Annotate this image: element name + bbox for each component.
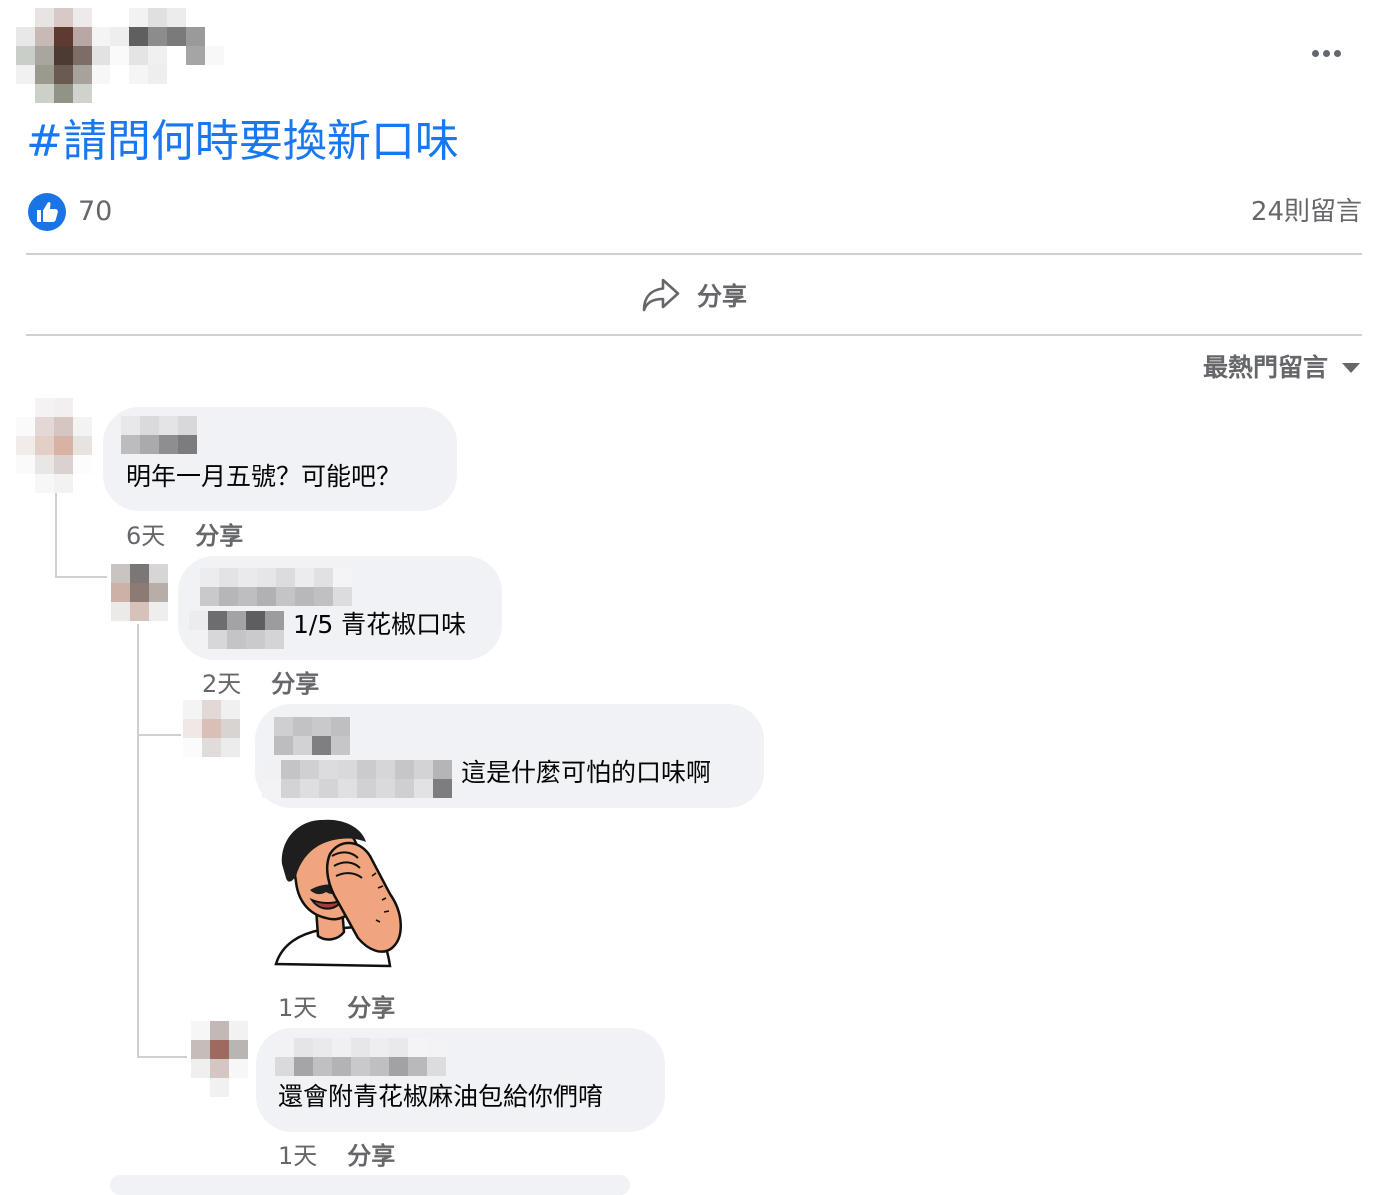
comment-text: 還會附青花椒麻油包給你們唷 bbox=[278, 1082, 604, 1111]
thread-line bbox=[137, 734, 181, 736]
author-name-blurred[interactable] bbox=[110, 8, 224, 84]
comment-text: 明年一月五號？可能吧？ bbox=[126, 462, 402, 491]
sort-dropdown[interactable]: 最熱門留言 bbox=[1203, 348, 1360, 384]
avatar[interactable] bbox=[16, 398, 92, 493]
share-button[interactable]: 分享 bbox=[26, 256, 1362, 334]
like-count[interactable]: 70 bbox=[78, 194, 112, 230]
comment-share-button[interactable]: 分享 bbox=[271, 670, 319, 698]
thread-line bbox=[55, 492, 57, 576]
thread-line bbox=[137, 1056, 187, 1058]
author-avatar-blurred[interactable] bbox=[16, 8, 111, 103]
comment-time[interactable]: 2天 bbox=[202, 670, 241, 698]
commenter-name-blurred[interactable] bbox=[274, 717, 350, 755]
mention-tag-blurred[interactable] bbox=[189, 611, 284, 649]
avatar[interactable] bbox=[183, 700, 240, 757]
comment-meta: 2天 分享 bbox=[202, 664, 319, 699]
divider-bottom bbox=[26, 334, 1362, 336]
like-icon bbox=[28, 193, 66, 231]
facepalm-sticker[interactable] bbox=[272, 816, 412, 972]
sort-label: 最熱門留言 bbox=[1202, 353, 1328, 382]
mention-tag-blurred[interactable] bbox=[262, 760, 452, 798]
post-hashtag[interactable]: #請問何時要換新口味 bbox=[26, 112, 459, 172]
divider-top bbox=[26, 253, 1362, 255]
thread-line bbox=[55, 576, 107, 578]
comment-time[interactable]: 6天 bbox=[126, 522, 165, 550]
avatar[interactable] bbox=[111, 564, 168, 621]
commenter-name-blurred[interactable] bbox=[275, 1038, 446, 1076]
commenter-name-blurred[interactable] bbox=[200, 568, 352, 606]
comment-text: 1/5 青花椒口味 bbox=[293, 610, 467, 639]
comment-meta: 6天 分享 bbox=[126, 516, 243, 551]
avatar[interactable] bbox=[191, 1021, 248, 1097]
comment-count[interactable]: 24則留言 bbox=[1251, 194, 1362, 230]
more-options-icon[interactable] bbox=[1304, 40, 1348, 66]
share-icon bbox=[642, 278, 680, 312]
next-comment-partial bbox=[110, 1175, 630, 1195]
comment-share-button[interactable]: 分享 bbox=[347, 994, 395, 1022]
comment-meta: 1天 分享 bbox=[278, 988, 395, 1023]
dropdown-caret-icon bbox=[1342, 363, 1360, 373]
comment-share-button[interactable]: 分享 bbox=[347, 1142, 395, 1170]
comment-meta: 1天 分享 bbox=[278, 1136, 395, 1171]
comment-text: 這是什麼可怕的口味啊 bbox=[461, 758, 712, 787]
comment-time[interactable]: 1天 bbox=[278, 1142, 317, 1170]
comment-time[interactable]: 1天 bbox=[278, 994, 317, 1022]
commenter-name-blurred[interactable] bbox=[121, 416, 197, 454]
comment-share-button[interactable]: 分享 bbox=[195, 522, 243, 550]
share-label: 分享 bbox=[696, 282, 747, 311]
thread-line bbox=[137, 624, 139, 1056]
